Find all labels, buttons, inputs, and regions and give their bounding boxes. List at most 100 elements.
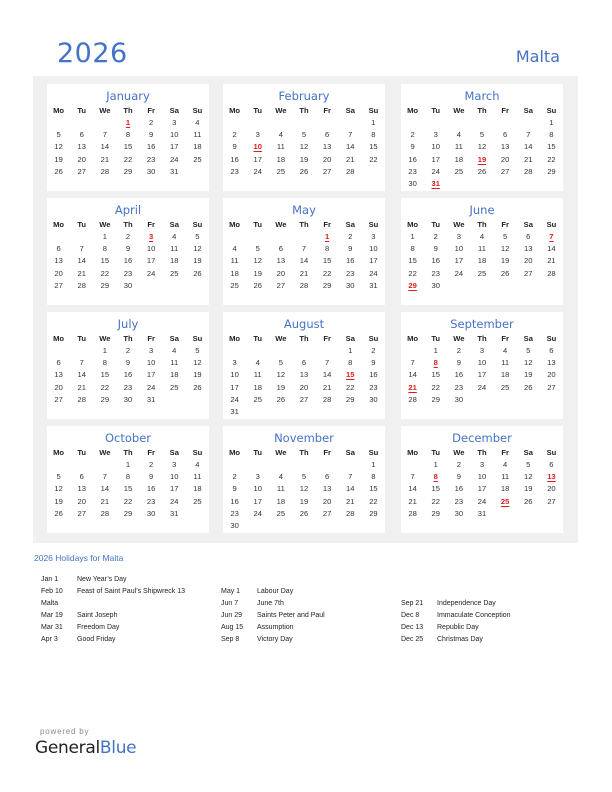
day-cell: 26 xyxy=(477,166,487,176)
day-cell: 6 xyxy=(549,345,554,355)
empty-cell xyxy=(339,405,362,417)
weekday-header: Sa xyxy=(345,333,355,343)
month-title: February xyxy=(278,89,330,103)
empty-cell xyxy=(292,458,315,470)
day-cell: 28 xyxy=(346,508,355,518)
weekday-header: Sa xyxy=(345,105,355,115)
week-row: 28 29 30 xyxy=(401,393,563,405)
day-cell: 24 xyxy=(253,508,262,518)
day-cell: 21 xyxy=(524,154,533,164)
day-cell: 25 xyxy=(193,496,202,506)
weekday-header: Sa xyxy=(169,219,179,229)
day-cell: 24 xyxy=(253,166,262,176)
day-cell: 3 xyxy=(433,129,438,139)
empty-cell xyxy=(316,458,339,470)
day-cell: 3 xyxy=(479,345,485,355)
month-title: August xyxy=(283,317,325,331)
day-cell: 10 xyxy=(369,243,378,253)
month-table: Mo Tu We Th Fr Sa Su 1 2 3 4 5 6 7 8 9 10 11 12 13 14 15 16 17 1… xyxy=(401,332,563,405)
weekday-header: Su xyxy=(368,447,379,457)
empty-cell xyxy=(494,279,517,291)
weekday-header: Fr xyxy=(147,447,155,457)
day-cell: 16 xyxy=(146,484,156,494)
month-july: July Mo Tu We Th Fr Sa Su 1 2 3 4 5 6 7 8 9 10 11 12 13 14 15 1… xyxy=(47,312,209,419)
day-cell: 20 xyxy=(547,370,556,380)
weekday-header: Fr xyxy=(501,105,509,115)
day-cell: 16 xyxy=(230,154,239,164)
weekday-header: We xyxy=(275,333,287,343)
day-cell: 17 xyxy=(477,484,487,494)
holiday-day-cell: 31 xyxy=(431,179,440,189)
day-cell: 1 xyxy=(348,345,353,355)
week-row: 3 4 5 6 7 8 9 xyxy=(223,356,385,368)
day-cell: 6 xyxy=(79,471,84,481)
day-cell: 5 xyxy=(195,231,200,241)
month-january: January Mo Tu We Th Fr Sa Su 1 2 3 4 5 6 7 8 9 10 11 12 13 14… xyxy=(47,84,209,191)
holiday-date: Dec 8 xyxy=(401,612,420,619)
week-row: 1 2 3 4 5 6 7 xyxy=(401,230,563,242)
day-cell: 18 xyxy=(477,256,487,266)
day-cell: 17 xyxy=(431,154,440,164)
day-cell: 5 xyxy=(301,129,307,139)
empty-cell xyxy=(47,230,70,242)
empty-cell xyxy=(246,519,269,531)
day-cell: 27 xyxy=(547,496,556,506)
holiday-day-cell: 29 xyxy=(408,280,417,290)
holiday-item: Malta xyxy=(41,598,185,610)
day-cell: 2 xyxy=(433,231,438,241)
day-cell: 15 xyxy=(369,484,378,494)
empty-cell xyxy=(163,279,186,291)
day-cell: 21 xyxy=(346,496,355,506)
weekday-header: Fr xyxy=(147,333,155,343)
holiday-item: Sep 8 Victory Day xyxy=(221,634,325,646)
week-row: 13 14 15 16 17 18 19 xyxy=(47,369,209,381)
day-cell: 13 xyxy=(500,142,510,152)
day-cell: 7 xyxy=(348,129,353,139)
day-cell: 26 xyxy=(253,280,262,290)
weekday-header: We xyxy=(453,333,465,343)
week-row: 1 2 3 4 5 xyxy=(47,230,209,242)
day-cell: 7 xyxy=(102,471,107,481)
day-cell: 26 xyxy=(54,508,63,518)
day-cell: 6 xyxy=(56,357,61,367)
day-cell: 21 xyxy=(77,382,86,392)
empty-cell xyxy=(246,230,269,242)
holiday-name: Labour Day xyxy=(257,588,294,595)
day-cell: 26 xyxy=(299,166,309,176)
empty-cell xyxy=(540,393,563,405)
day-cell: 11 xyxy=(193,471,202,481)
weekday-header: Su xyxy=(192,447,203,457)
day-cell: 7 xyxy=(79,357,84,367)
day-cell: 8 xyxy=(125,129,131,139)
weekday-header: Mo xyxy=(407,333,419,343)
day-cell: 12 xyxy=(524,471,533,481)
day-cell: 17 xyxy=(253,154,262,164)
day-cell: 15 xyxy=(369,142,378,152)
day-cell: 22 xyxy=(322,268,332,278)
day-cell: 7 xyxy=(325,357,330,367)
day-cell: 18 xyxy=(253,382,262,392)
week-row: 24 25 26 27 28 29 30 xyxy=(223,393,385,405)
day-cell: 4 xyxy=(195,117,200,127)
month-title: January xyxy=(106,89,150,103)
day-cell: 13 xyxy=(54,370,63,380)
day-cell: 3 xyxy=(149,345,154,355)
holiday-date: Dec 13 xyxy=(401,624,424,631)
weekday-header: Tu xyxy=(77,333,87,343)
weekday-header: Su xyxy=(368,105,379,115)
empty-cell xyxy=(292,344,315,356)
day-cell: 24 xyxy=(431,166,440,176)
day-cell: 13 xyxy=(524,243,533,253)
week-row: 6 7 8 9 10 11 12 xyxy=(47,242,209,254)
week-row: 27 28 29 30 31 xyxy=(47,393,209,405)
weekday-header: Mo xyxy=(53,447,65,457)
day-cell: 20 xyxy=(299,382,309,392)
day-cell: 9 xyxy=(149,471,154,481)
day-cell: 22 xyxy=(408,268,417,278)
day-cell: 17 xyxy=(170,484,179,494)
weekday-header: Tu xyxy=(77,447,87,457)
holiday-column: Jan 1 New Year’s Day Feb 10 Feast of Saint … xyxy=(41,574,185,646)
empty-cell xyxy=(269,230,292,242)
empty-cell xyxy=(339,116,362,128)
day-cell: 17 xyxy=(253,496,262,506)
